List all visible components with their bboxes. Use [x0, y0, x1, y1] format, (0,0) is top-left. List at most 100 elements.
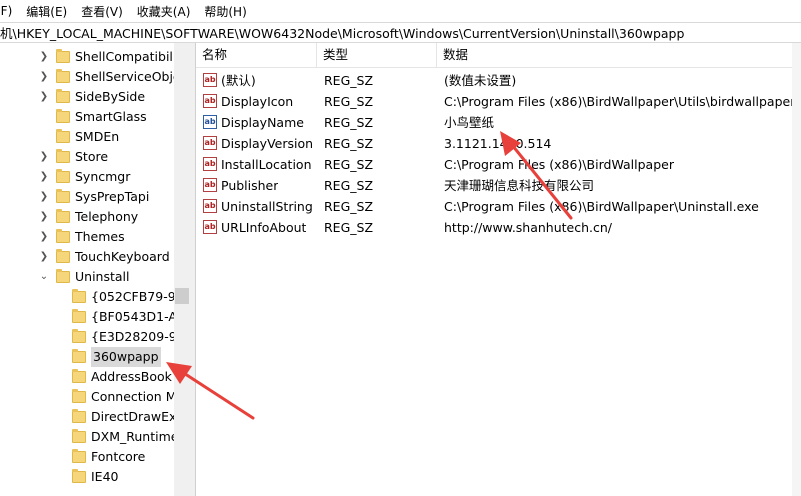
chevron-right-icon[interactable]: ❯	[38, 187, 50, 207]
tree-item-uninstall[interactable]: ⌄ Uninstall	[38, 267, 130, 287]
value-row[interactable]: ab (默认) REG_SZ (数值未设置)	[196, 70, 801, 91]
string-value-icon: ab	[203, 136, 217, 150]
string-value-selected-icon: ab	[203, 115, 217, 129]
value-name: URLInfoAbout	[221, 220, 307, 235]
string-value-icon: ab	[203, 94, 217, 108]
value-name: DisplayName	[221, 115, 304, 130]
tree-scrollbar[interactable]	[174, 43, 190, 496]
tree-item-label: Syncmgr	[75, 169, 131, 184]
tree-item[interactable]: ❯ Syncmgr	[38, 167, 130, 187]
tree-item[interactable]: Fontcore	[54, 447, 145, 467]
value-type: REG_SZ	[324, 73, 374, 88]
folder-icon	[72, 289, 86, 303]
tree-item-label: TouchKeyboard	[75, 249, 170, 264]
value-name: InstallLocation	[221, 157, 312, 172]
folder-icon	[56, 129, 70, 143]
tree-item[interactable]: ❯ Store	[38, 147, 108, 167]
folder-icon	[72, 329, 86, 343]
value-type: REG_SZ	[324, 136, 374, 151]
value-row[interactable]: ab UninstallString REG_SZ C:\Program Fil…	[196, 196, 801, 217]
tree-item[interactable]: {052CFB79-9D	[54, 287, 185, 307]
values-list[interactable]: 名称 类型 数据 ab (默认) REG_SZ (数值未设置) ab Displ…	[196, 43, 801, 496]
value-row[interactable]: ab Publisher REG_SZ 天津珊瑚信息科技有限公司	[196, 175, 801, 196]
menu-favorites[interactable]: 收藏夹(A)	[137, 3, 191, 20]
tree-item-label: ShellCompatibilit	[75, 49, 182, 64]
value-row[interactable]: ab InstallLocation REG_SZ C:\Program Fil…	[196, 154, 801, 175]
chevron-right-icon[interactable]: ❯	[38, 47, 50, 67]
address-bar[interactable]: 机\HKEY_LOCAL_MACHINE\SOFTWARE\WOW6432Nod…	[0, 22, 801, 43]
tree-item[interactable]: SMDEn	[38, 127, 119, 147]
menu-help[interactable]: 帮助(H)	[204, 3, 246, 20]
tree-item[interactable]: ❯ TouchKeyboard	[38, 247, 170, 267]
column-header-type[interactable]: 类型	[317, 43, 437, 67]
menu-file[interactable]: (F)	[0, 4, 12, 18]
value-data: 小鸟壁纸	[444, 115, 495, 130]
value-name: Publisher	[221, 178, 279, 193]
tree-item[interactable]: DirectDrawEx	[54, 407, 176, 427]
value-type: REG_SZ	[324, 115, 374, 130]
tree-item[interactable]: {E3D28209-94	[54, 327, 185, 347]
column-header-data[interactable]: 数据	[437, 43, 801, 67]
tree-item[interactable]: DXM_Runtime	[54, 427, 178, 447]
string-value-icon: ab	[203, 178, 217, 192]
tree-item-label: {052CFB79-9D	[91, 289, 186, 304]
value-data: 天津珊瑚信息科技有限公司	[444, 178, 595, 193]
folder-icon	[72, 449, 86, 463]
value-data: (数值未设置)	[444, 73, 517, 88]
tree-item-label: Uninstall	[75, 269, 130, 284]
chevron-right-icon[interactable]: ❯	[38, 207, 50, 227]
tree-scrollbar-thumb[interactable]	[175, 288, 189, 304]
value-type: REG_SZ	[324, 178, 374, 193]
tree-item[interactable]: {BF0543D1-AF	[54, 307, 184, 327]
chevron-right-icon[interactable]: ❯	[38, 67, 50, 87]
value-type: REG_SZ	[324, 199, 374, 214]
menu-edit[interactable]: 编辑(E)	[26, 3, 67, 20]
tree-item-label: SideBySide	[75, 89, 146, 104]
tree-item[interactable]: ❯ Telephony	[38, 207, 138, 227]
chevron-right-icon[interactable]: ❯	[38, 87, 50, 107]
chevron-right-icon[interactable]: ❯	[38, 147, 50, 167]
folder-icon	[56, 209, 70, 223]
tree-item[interactable]: ❯ SideBySide	[38, 87, 145, 107]
value-row[interactable]: ab DisplayName REG_SZ 小鸟壁纸	[196, 112, 801, 133]
menu-view[interactable]: 查看(V)	[81, 3, 123, 20]
tree-item[interactable]: ❯ ShellServiceObje	[38, 67, 181, 87]
chevron-right-icon[interactable]: ❯	[38, 227, 50, 247]
value-row[interactable]: ab URLInfoAbout REG_SZ http://www.shanhu…	[196, 217, 801, 238]
tree-item-label: IE40	[91, 469, 119, 484]
string-value-icon: ab	[203, 199, 217, 213]
tree-item[interactable]: Connection M	[54, 387, 177, 407]
tree-item[interactable]: IE40	[54, 467, 119, 487]
folder-icon	[72, 429, 86, 443]
tree-item[interactable]: ❯ Themes	[38, 227, 125, 247]
registry-tree[interactable]: ❯ ShellCompatibilit ❯ ShellServiceObje ❯…	[0, 43, 190, 496]
column-header-name[interactable]: 名称	[196, 43, 317, 67]
tree-item[interactable]: AddressBook	[54, 367, 172, 387]
value-row[interactable]: ab DisplayIcon REG_SZ C:\Program Files (…	[196, 91, 801, 112]
chevron-right-icon[interactable]: ❯	[38, 167, 50, 187]
string-value-icon: ab	[203, 220, 217, 234]
tree-item-label: DXM_Runtime	[91, 429, 179, 444]
tree-item-label: SmartGlass	[75, 109, 147, 124]
chevron-right-icon[interactable]: ❯	[38, 247, 50, 267]
string-value-icon: ab	[203, 73, 217, 87]
value-type: REG_SZ	[324, 157, 374, 172]
tree-item-label: 360wpapp	[91, 347, 161, 367]
tree-item-label: AddressBook	[91, 369, 172, 384]
value-row[interactable]: ab DisplayVersion REG_SZ 3.1121.1430.514	[196, 133, 801, 154]
tree-item[interactable]: ❯ ShellCompatibilit	[38, 47, 181, 67]
tree-item-360wpapp[interactable]: 360wpapp	[54, 347, 161, 367]
values-header: 名称 类型 数据	[196, 43, 801, 68]
tree-item[interactable]: ❯ SysPrepTapi	[38, 187, 149, 207]
chevron-down-icon[interactable]: ⌄	[38, 267, 50, 287]
value-type: REG_SZ	[324, 220, 374, 235]
tree-item[interactable]: SmartGlass	[38, 107, 147, 127]
tree-item-label: DirectDrawEx	[91, 409, 177, 424]
